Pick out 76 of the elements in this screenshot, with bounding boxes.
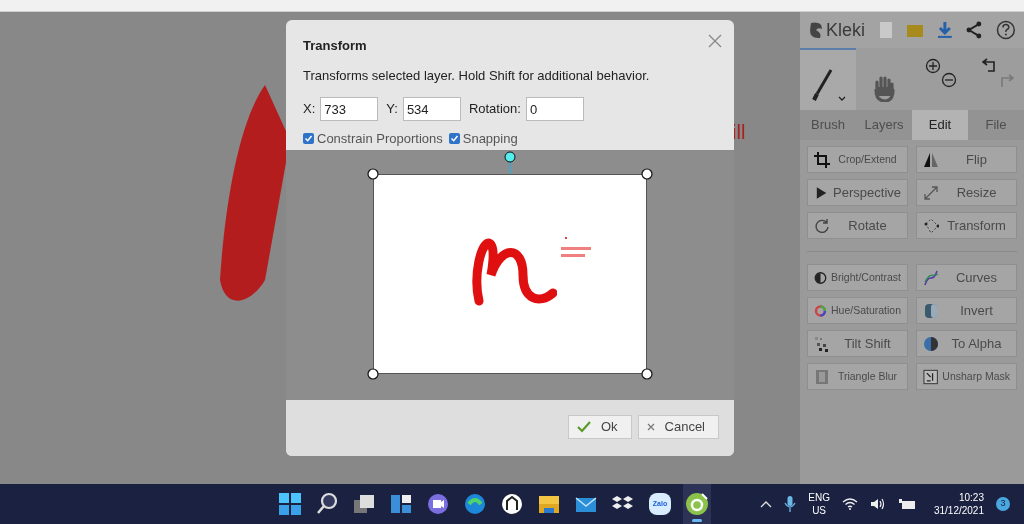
edit-button[interactable]: Crop/Extend — [807, 146, 908, 173]
panel-tab[interactable]: Edit — [912, 110, 968, 140]
edit-button[interactable]: Resize — [916, 179, 1017, 206]
edit-button[interactable]: Bright/Contrast — [807, 264, 908, 291]
edit-button[interactable]: Tilt Shift — [807, 330, 908, 357]
field-label: X: — [303, 100, 316, 119]
region-indicator[interactable]: US — [812, 504, 827, 517]
close-icon — [646, 423, 655, 431]
resize-handle[interactable] — [641, 368, 653, 380]
clock-date[interactable]: 31/12/2021 — [933, 504, 984, 517]
resize-handle[interactable] — [641, 168, 653, 180]
cancel-button[interactable]: Cancel — [637, 415, 719, 439]
notification-count[interactable]: 3 — [996, 497, 1010, 511]
help-icon[interactable] — [996, 20, 1016, 40]
microphone-icon[interactable] — [784, 496, 797, 512]
close-icon[interactable] — [708, 34, 722, 48]
zoom-in-icon[interactable] — [925, 58, 941, 74]
alpha-icon — [923, 335, 939, 352]
panel-tab[interactable]: Layers — [856, 110, 912, 140]
edit-button[interactable]: Invert — [916, 297, 1017, 324]
rotate-icon — [814, 217, 830, 234]
resize-handle[interactable] — [367, 168, 379, 180]
edit-button[interactable]: Transform — [916, 212, 1017, 239]
invert-icon — [923, 302, 939, 319]
transform-icon — [923, 217, 939, 234]
edit-button[interactable]: To Alpha — [916, 330, 1017, 357]
undo-icon[interactable] — [982, 58, 998, 74]
input-field[interactable]: 534 — [402, 97, 461, 121]
checkbox[interactable] — [303, 133, 314, 145]
curves-icon — [923, 269, 939, 286]
rotation-handle[interactable] — [504, 151, 516, 177]
zoom-out-icon[interactable] — [941, 72, 957, 88]
edit-button[interactable]: Triangle Blur — [807, 363, 908, 390]
panel-tab[interactable]: Brush — [800, 110, 856, 140]
edit-button[interactable]: Hue/Saturation — [807, 297, 908, 324]
edit-button[interactable]: Flip — [916, 146, 1017, 173]
checkbox[interactable] — [448, 133, 460, 145]
check-icon — [576, 421, 591, 433]
input-field[interactable]: 733 — [320, 97, 379, 121]
edit-button[interactable]: Curves — [916, 264, 1017, 291]
field-label: Y: — [386, 100, 398, 119]
speaker-icon[interactable] — [869, 498, 886, 510]
dialog-description: Transforms selected layer. Hold Shift for additional behavior. — [303, 66, 651, 85]
share-icon[interactable] — [966, 21, 983, 39]
input-field[interactable]: 0 — [525, 97, 584, 121]
caret-icon — [837, 96, 846, 102]
download-icon[interactable] — [936, 21, 953, 39]
blur-icon — [814, 368, 830, 385]
checkbox-label[interactable]: Snapping — [462, 129, 518, 149]
hand-icon — [872, 76, 896, 102]
resize-handle[interactable] — [367, 368, 379, 380]
flip-icon — [923, 151, 939, 168]
hue-icon — [814, 302, 827, 319]
edit-button[interactable]: Unsharp Mask — [916, 363, 1017, 390]
battery-icon[interactable] — [897, 498, 916, 510]
brush-tool[interactable] — [800, 48, 856, 110]
contrast-icon — [814, 269, 827, 286]
tilt-icon — [814, 335, 830, 352]
resize-icon — [923, 184, 939, 201]
crop-icon — [814, 151, 830, 168]
start-icon — [276, 490, 304, 518]
checkbox-label[interactable]: Constrain Proportions — [317, 129, 443, 149]
edit-button[interactable]: Rotate — [807, 212, 908, 239]
edit-button[interactable]: Perspective — [807, 179, 908, 206]
clock-time[interactable]: 10:23 — [958, 491, 984, 504]
wifi-icon[interactable] — [841, 498, 858, 510]
logo-icon — [808, 21, 824, 39]
unsharp-icon — [923, 368, 939, 385]
chevron-up-icon[interactable] — [760, 500, 773, 508]
app-logo: Kleki — [826, 18, 865, 42]
ok-button[interactable]: Ok — [567, 415, 632, 439]
dialog-title: Transform — [303, 37, 367, 55]
language-indicator[interactable]: ENG — [808, 491, 830, 504]
panel-tab[interactable]: File — [968, 110, 1024, 140]
field-label: Rotation: — [468, 100, 521, 119]
taskbar-app[interactable] — [683, 484, 711, 524]
